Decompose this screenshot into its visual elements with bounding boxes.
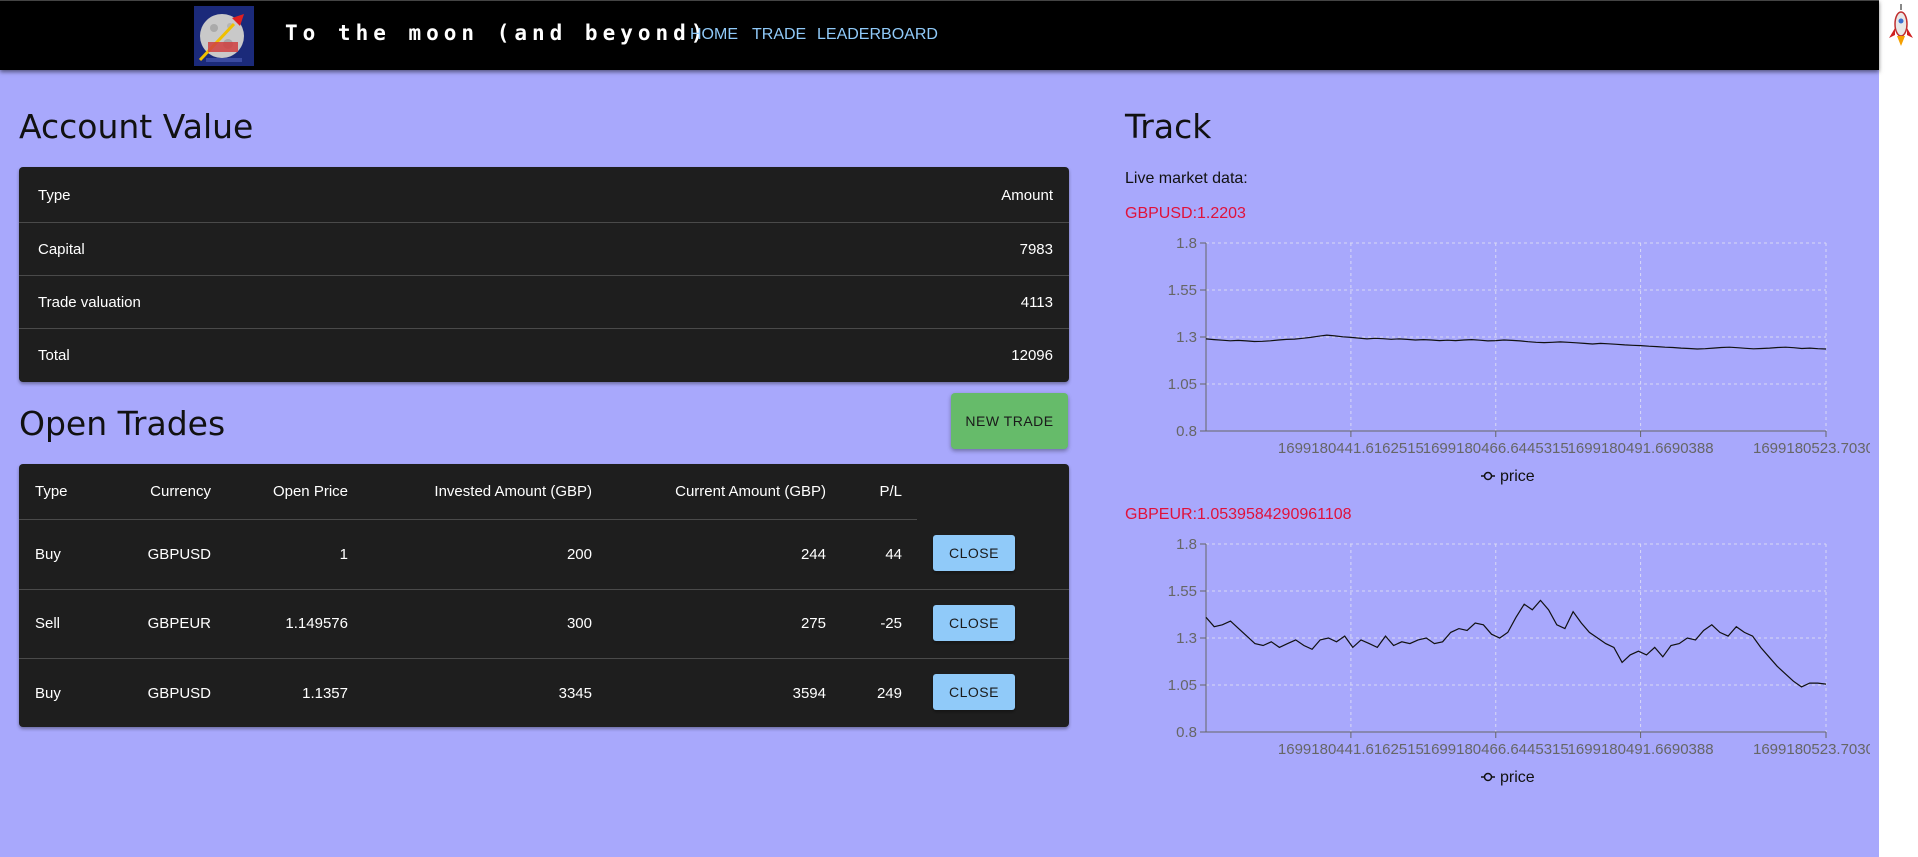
table-row: Trade valuation 4113 bbox=[19, 276, 1069, 329]
rocket-icon bbox=[1889, 4, 1913, 46]
row-label-trade-valuation: Trade valuation bbox=[38, 294, 141, 311]
x-tick-label: 1699180523.7030363 bbox=[1753, 440, 1870, 457]
row-value-trade-valuation: 4113 bbox=[1020, 294, 1053, 311]
app-logo[interactable] bbox=[194, 6, 254, 66]
x-tick-label: 1699180466.6445315 bbox=[1423, 741, 1569, 758]
row-label-capital: Capital bbox=[38, 241, 85, 258]
trade-current: 3594 bbox=[792, 685, 826, 702]
x-tick-label: 1699180491.6690388 bbox=[1568, 741, 1714, 758]
trade-type: Buy bbox=[35, 546, 61, 563]
trade-open-price: 1.1357 bbox=[302, 685, 348, 702]
header-currency: Currency bbox=[150, 483, 211, 500]
trade-type: Buy bbox=[35, 685, 61, 702]
gbpeur-price-chart: 0.81.051.31.551.81699180441.616251516991… bbox=[1168, 536, 1870, 786]
row-label-total: Total bbox=[38, 347, 70, 364]
ticker-gbpusd: GBPUSD:1.2203 bbox=[1125, 205, 1246, 222]
close-trade-button[interactable]: CLOSE bbox=[933, 535, 1015, 571]
trade-invested: 200 bbox=[566, 546, 592, 563]
x-tick-label: 1699180491.6690388 bbox=[1568, 440, 1714, 457]
trade-open-price: 1 bbox=[339, 546, 348, 563]
y-tick-label: 1.8 bbox=[1176, 235, 1197, 252]
y-tick-label: 1.05 bbox=[1168, 677, 1197, 694]
trade-pl: 249 bbox=[876, 685, 902, 702]
price-series-line bbox=[1205, 599, 1827, 688]
table-header-row: Type Amount bbox=[19, 167, 1069, 223]
y-tick-label: 1.8 bbox=[1176, 536, 1197, 553]
trade-current: 244 bbox=[800, 546, 826, 563]
y-tick-label: 0.8 bbox=[1176, 423, 1197, 440]
legend-marker bbox=[1483, 471, 1493, 481]
brand-title: To the moon (and beyond) bbox=[285, 21, 709, 45]
close-trade-button[interactable]: CLOSE bbox=[933, 605, 1015, 641]
header-divider bbox=[19, 519, 917, 520]
nav-link-home[interactable]: HOME bbox=[690, 26, 738, 44]
trade-currency: GBPUSD bbox=[147, 546, 211, 563]
x-tick-label: 1699180441.6162515 bbox=[1278, 741, 1424, 758]
row-value-total: 12096 bbox=[1011, 347, 1053, 364]
y-tick-label: 1.3 bbox=[1176, 329, 1197, 346]
row-value-capital: 7983 bbox=[1019, 241, 1053, 258]
header-invested-amount: Invested Amount (GBP) bbox=[434, 483, 592, 500]
x-tick-label: 1699180523.7030363 bbox=[1753, 741, 1870, 758]
header-amount: Amount bbox=[1001, 187, 1053, 204]
gbpusd-price-chart: 0.81.051.31.551.81699180441.616251516991… bbox=[1168, 235, 1870, 485]
account-value-table: Type Amount Capital 7983 Trade valuation… bbox=[19, 167, 1069, 382]
moon-rocket-logo-icon bbox=[194, 6, 254, 66]
trade-type: Sell bbox=[35, 615, 61, 632]
y-tick-label: 0.8 bbox=[1176, 724, 1197, 741]
x-tick-label: 1699180466.6445315 bbox=[1423, 440, 1569, 457]
open-trades-title: Open Trades bbox=[19, 404, 226, 443]
x-tick-label: 1699180441.6162515 bbox=[1278, 440, 1424, 457]
ticker-gbpeur: GBPEUR:1.0539584290961108 bbox=[1125, 506, 1352, 523]
header-current-amount: Current Amount (GBP) bbox=[675, 483, 826, 500]
trade-currency: GBPUSD bbox=[147, 685, 211, 702]
legend-label: price bbox=[1500, 468, 1535, 485]
header-pl: P/L bbox=[879, 483, 902, 500]
legend-marker bbox=[1483, 772, 1493, 782]
trade-pl: 44 bbox=[885, 546, 902, 563]
trade-pl: -25 bbox=[880, 615, 902, 632]
header-type: Type bbox=[35, 483, 68, 500]
trade-invested: 300 bbox=[566, 615, 592, 632]
y-tick-label: 1.55 bbox=[1168, 583, 1197, 600]
close-trade-button[interactable]: CLOSE bbox=[933, 674, 1015, 710]
y-tick-label: 1.55 bbox=[1168, 282, 1197, 299]
table-row: Capital 7983 bbox=[19, 223, 1069, 276]
nav-link-leaderboard[interactable]: LEADERBOARD bbox=[817, 26, 938, 44]
top-navbar: To the moon (and beyond) HOME TRADE LEAD… bbox=[0, 0, 1879, 70]
track-title: Track bbox=[1125, 107, 1212, 146]
account-value-title: Account Value bbox=[19, 107, 254, 146]
table-row: Total 12096 bbox=[19, 329, 1069, 382]
row-divider bbox=[19, 589, 1069, 590]
trade-invested: 3345 bbox=[558, 685, 592, 702]
open-trades-table: Type Currency Open Price Invested Amount… bbox=[19, 464, 1069, 727]
nav-link-trade[interactable]: TRADE bbox=[752, 26, 806, 44]
trade-currency: GBPEUR bbox=[147, 615, 211, 632]
legend-label: price bbox=[1500, 769, 1535, 786]
y-tick-label: 1.3 bbox=[1176, 630, 1197, 647]
y-tick-label: 1.05 bbox=[1168, 376, 1197, 393]
trade-open-price: 1.149576 bbox=[285, 615, 348, 632]
row-divider bbox=[19, 658, 1069, 659]
header-open-price: Open Price bbox=[272, 483, 348, 500]
trade-current: 275 bbox=[800, 615, 826, 632]
live-market-label: Live market data: bbox=[1125, 170, 1248, 187]
header-type: Type bbox=[38, 187, 71, 204]
new-trade-button[interactable]: NEW TRADE bbox=[951, 393, 1068, 449]
